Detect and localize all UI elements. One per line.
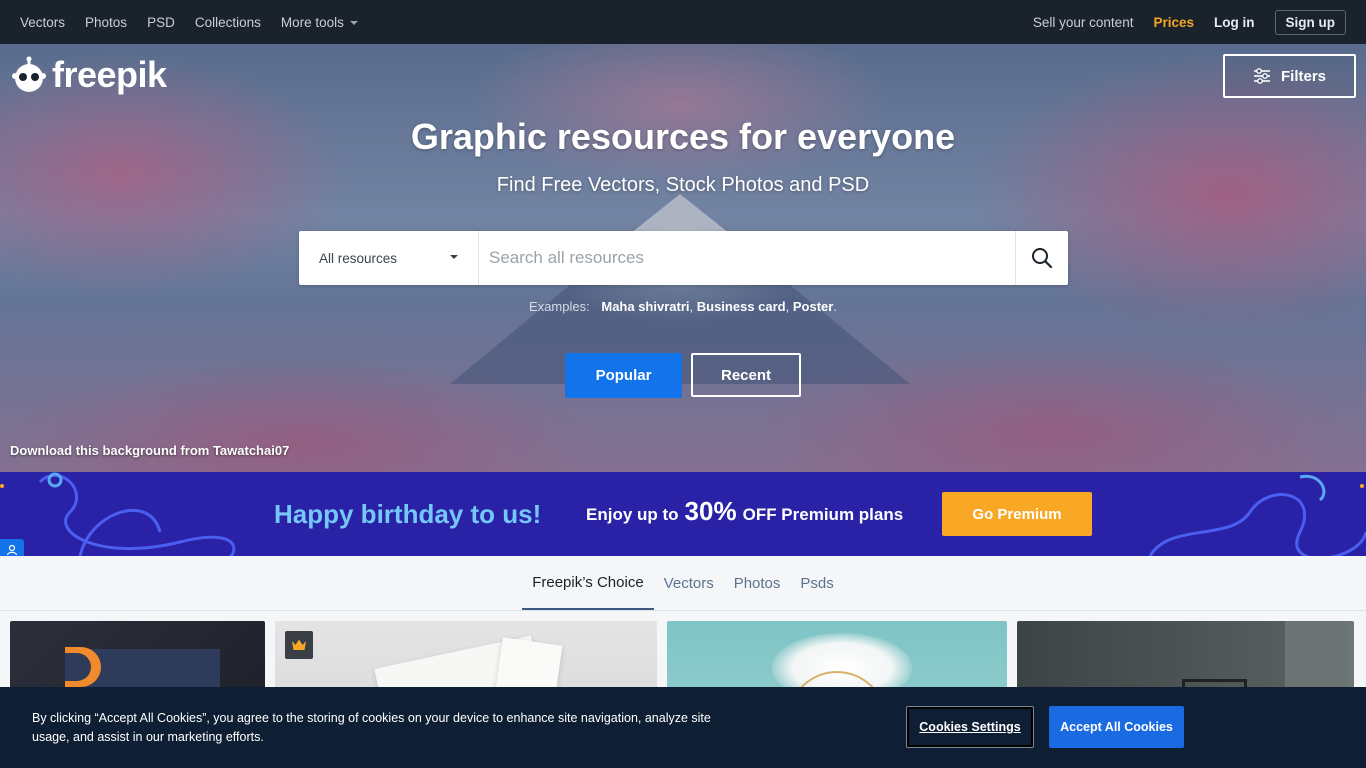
- tab-freepiks-choice[interactable]: Freepik’s Choice: [522, 556, 654, 610]
- hero-title: Graphic resources for everyone: [410, 116, 956, 157]
- tab-photos[interactable]: Photos: [724, 556, 791, 611]
- cookie-message: By clicking “Accept All Cookies”, you ag…: [32, 711, 711, 744]
- accept-all-cookies-button[interactable]: Accept All Cookies: [1049, 706, 1184, 748]
- nav-prices[interactable]: Prices: [1153, 15, 1194, 30]
- logo-wordmark: freepik: [52, 54, 167, 95]
- example-link[interactable]: Business card: [697, 299, 786, 314]
- hero-subtitle: Find Free Vectors, Stock Photos and PSD: [496, 174, 870, 196]
- banner-offer: Enjoy up to 30% OFF Premium plans: [586, 496, 903, 527]
- crown-icon: [292, 639, 306, 650]
- recent-button[interactable]: Recent: [691, 353, 801, 397]
- filters-label: Filters: [1280, 67, 1326, 85]
- premium-badge: [285, 631, 313, 659]
- resource-type-value: All resources: [319, 250, 398, 266]
- offer-suffix: OFF Premium plans: [742, 505, 904, 524]
- cookie-banner: By clicking “Accept All Cookies”, you ag…: [0, 687, 1366, 768]
- example-link[interactable]: Maha shivratri: [601, 299, 689, 314]
- banner-headline: Happy birthday to us!: [274, 499, 542, 529]
- hero-section: freepik Filters Graphic resources for ev…: [0, 44, 1366, 472]
- freepik-mascot-icon: [10, 56, 48, 94]
- promo-banner[interactable]: Happy birthday to us! Enjoy up to 30% OF…: [0, 472, 1366, 556]
- filters-button[interactable]: Filters: [1223, 54, 1356, 98]
- search-examples: Examples: Maha shivratri, Business card,…: [529, 299, 837, 314]
- example-link[interactable]: Poster: [793, 299, 833, 314]
- popular-button[interactable]: Popular: [565, 353, 682, 398]
- cookies-settings-button[interactable]: Cookies Settings: [906, 706, 1034, 748]
- nav-sell-content[interactable]: Sell your content: [1033, 15, 1134, 30]
- user-icon: [6, 544, 18, 556]
- chevron-down-icon: [450, 255, 458, 259]
- top-nav: Vectors Photos PSD Collections More tool…: [0, 0, 1366, 44]
- nav-collections[interactable]: Collections: [195, 15, 261, 30]
- freepik-logo[interactable]: freepik: [10, 56, 167, 94]
- filters-sliders-icon: [1253, 68, 1270, 84]
- nav-psd[interactable]: PSD: [147, 15, 175, 30]
- search-icon: [1032, 248, 1053, 269]
- go-premium-button[interactable]: Go Premium: [942, 492, 1092, 536]
- nav-photos[interactable]: Photos: [85, 15, 127, 30]
- tab-vectors[interactable]: Vectors: [654, 556, 724, 611]
- resource-type-select[interactable]: All resources: [299, 231, 479, 285]
- search-input[interactable]: [479, 231, 1015, 285]
- tab-list: Freepik’s Choice Vectors Photos Psds: [522, 556, 844, 610]
- more-tools-label: More tools: [280, 14, 344, 30]
- nav-more-tools[interactable]: More tools: [281, 15, 358, 30]
- content-tabs: Freepik’s Choice Vectors Photos Psds: [0, 556, 1366, 611]
- search-bar: All resources: [299, 231, 1068, 285]
- login-link[interactable]: Log in: [1214, 15, 1255, 30]
- top-nav-left: Vectors Photos PSD Collections More tool…: [20, 15, 358, 30]
- offer-prefix: Enjoy up to: [586, 505, 679, 524]
- nav-vectors[interactable]: Vectors: [20, 15, 65, 30]
- background-credit[interactable]: Download this background from Tawatchai0…: [10, 443, 289, 458]
- offer-percent: 30%: [684, 496, 737, 526]
- examples-label: Examples:: [529, 299, 590, 314]
- tab-psds[interactable]: Psds: [790, 556, 843, 611]
- top-nav-right: Sell your content Prices Log in Sign up: [1033, 9, 1346, 35]
- signup-button[interactable]: Sign up: [1274, 9, 1346, 35]
- search-button[interactable]: [1015, 231, 1068, 285]
- chevron-down-icon: [349, 20, 358, 25]
